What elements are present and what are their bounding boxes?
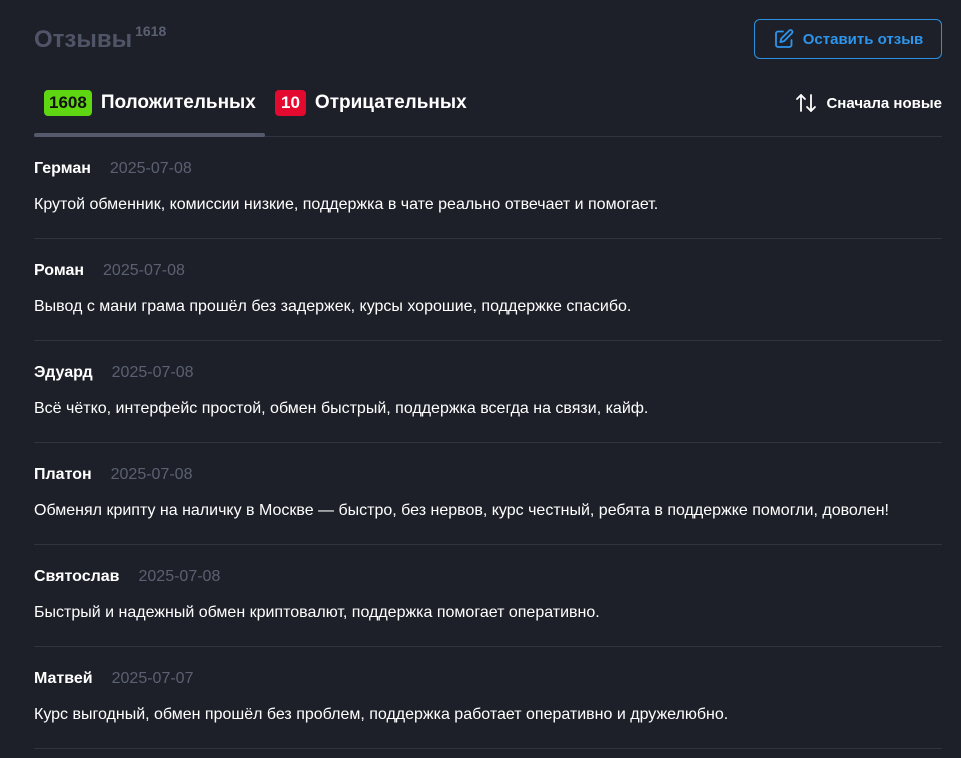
review-author: Матвей: [34, 670, 93, 687]
tab-positive-label: Положительных: [100, 92, 256, 113]
review-text: Обменял крипту на наличку в Москве — быс…: [34, 502, 889, 519]
page-title-text: Отзывы: [34, 26, 133, 53]
review-item: Святослав 2025-07-08 Быстрый и надежный …: [34, 545, 942, 647]
review-date: 2025-07-07: [111, 670, 194, 687]
review-date: 2025-07-08: [138, 568, 221, 585]
review-author: Роман: [34, 262, 85, 279]
reviews-section: Отзывы 1618 Оставить отзыв 1608 Положител…: [34, 0, 942, 749]
review-header: Герман 2025-07-08: [34, 160, 192, 178]
review-date: 2025-07-08: [109, 160, 192, 177]
review-author: Эдуард: [34, 364, 93, 381]
review-item: Платон 2025-07-08 Обменял крипту на нали…: [34, 443, 942, 545]
positive-count-badge: 1608: [44, 90, 92, 116]
page-title: Отзывы 1618: [34, 23, 167, 56]
review-author: Платон: [34, 466, 92, 483]
negative-count-badge: 10: [275, 90, 306, 116]
tab-positive[interactable]: 1608 Положительных: [44, 89, 256, 117]
review-date: 2025-07-08: [103, 262, 185, 279]
review-tabs: 1608 Положительных 10 Отрицательных Снач…: [34, 78, 942, 137]
review-item: Роман 2025-07-08 Вывод с мани грама прош…: [34, 239, 942, 341]
review-text: Вывод с мани грама прошёл без задержек, …: [34, 298, 632, 315]
leave-review-button[interactable]: Оставить отзыв: [754, 19, 942, 59]
review-text: Крутой обменник, комиссии низкие, поддер…: [34, 196, 659, 213]
review-text: Курс выгодный, обмен прошёл без проблем,…: [34, 706, 729, 723]
review-item: Герман 2025-07-08 Крутой обменник, комис…: [34, 137, 942, 239]
reviews-header: Отзывы 1618 Оставить отзыв: [34, 0, 942, 78]
review-item: Эдуард 2025-07-08 Всё чётко, интерфейс п…: [34, 341, 942, 443]
review-date: 2025-07-08: [110, 466, 193, 483]
review-header: Матвей 2025-07-07: [34, 670, 193, 688]
review-header: Роман 2025-07-08: [34, 262, 185, 280]
edit-icon: [773, 28, 795, 50]
review-header: Платон 2025-07-08: [34, 466, 192, 484]
review-text: Быстрый и надежный обмен криптовалют, по…: [34, 604, 600, 621]
review-text: Всё чётко, интерфейс простой, обмен быст…: [34, 400, 649, 417]
review-date: 2025-07-08: [111, 364, 194, 381]
review-author: Святослав: [34, 568, 120, 585]
tab-negative-label: Отрицательных: [314, 92, 467, 113]
review-author: Герман: [34, 160, 91, 177]
tab-negative[interactable]: 10 Отрицательных: [275, 89, 467, 117]
leave-review-label: Оставить отзыв: [802, 30, 924, 48]
review-item: Матвей 2025-07-07 Курс выгодный, обмен п…: [34, 647, 942, 749]
sort-arrows-icon: [795, 91, 817, 115]
sort-label: Сначала новые: [826, 94, 942, 112]
sort-toggle[interactable]: Сначала новые: [795, 91, 942, 115]
review-header: Святослав 2025-07-08: [34, 568, 220, 586]
reviews-total-count: 1618: [135, 23, 167, 39]
review-header: Эдуард 2025-07-08: [34, 364, 193, 382]
